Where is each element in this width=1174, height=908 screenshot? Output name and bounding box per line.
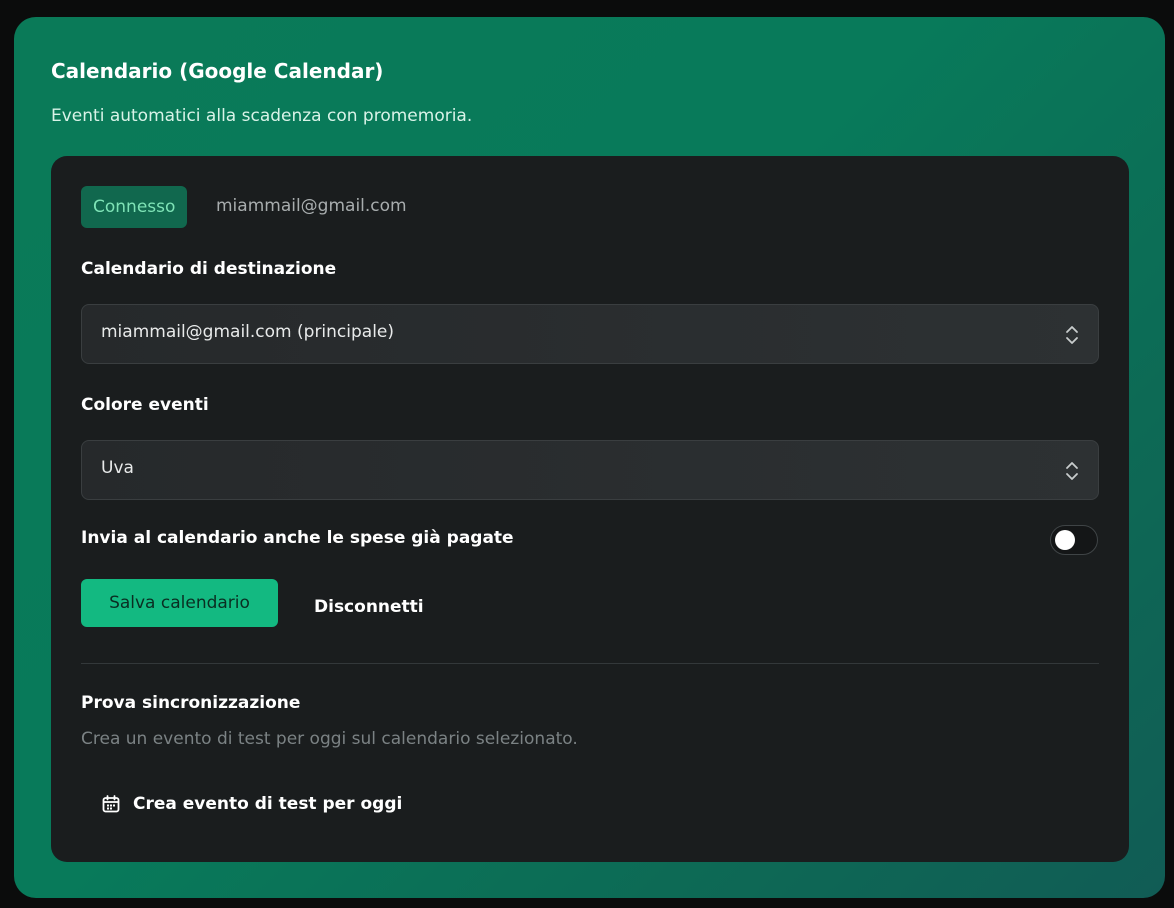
color-select-label: Colore eventi <box>81 395 209 415</box>
calendar-select-label: Calendario di destinazione <box>81 259 337 279</box>
calendar-select-value: miammail@gmail.com (principale) <box>101 322 395 342</box>
connected-email: miammail@gmail.com <box>216 196 407 216</box>
calendar-icon <box>102 795 120 813</box>
disconnect-button[interactable]: Disconnetti <box>314 597 424 617</box>
sync-test-title: Prova sincronizzazione <box>81 693 301 713</box>
card-title: Calendario (Google Calendar) <box>51 59 384 83</box>
settings-panel: Connesso miammail@gmail.com Calendario d… <box>51 156 1129 862</box>
chevron-up-down-icon <box>1066 462 1078 480</box>
paid-toggle-label: Invia al calendario anche le spese già p… <box>81 528 514 548</box>
toggle-knob <box>1055 530 1075 550</box>
create-test-event-button[interactable]: Crea evento di test per oggi <box>101 790 402 818</box>
calendar-settings-card: Calendario (Google Calendar) Eventi auto… <box>14 17 1165 898</box>
create-test-event-label: Crea evento di test per oggi <box>133 794 403 814</box>
connection-status-badge: Connesso <box>81 186 188 228</box>
save-calendar-button[interactable]: Salva calendario <box>81 579 278 627</box>
section-divider <box>81 663 1099 664</box>
color-select[interactable]: Uva <box>81 440 1099 500</box>
color-select-value: Uva <box>101 458 134 478</box>
sync-test-description: Crea un evento di test per oggi sul cale… <box>81 729 578 749</box>
chevron-up-down-icon <box>1066 326 1078 344</box>
calendar-select[interactable]: miammail@gmail.com (principale) <box>81 304 1099 364</box>
paid-expenses-toggle[interactable] <box>1050 525 1098 555</box>
card-subtitle: Eventi automatici alla scadenza con prom… <box>51 106 473 126</box>
